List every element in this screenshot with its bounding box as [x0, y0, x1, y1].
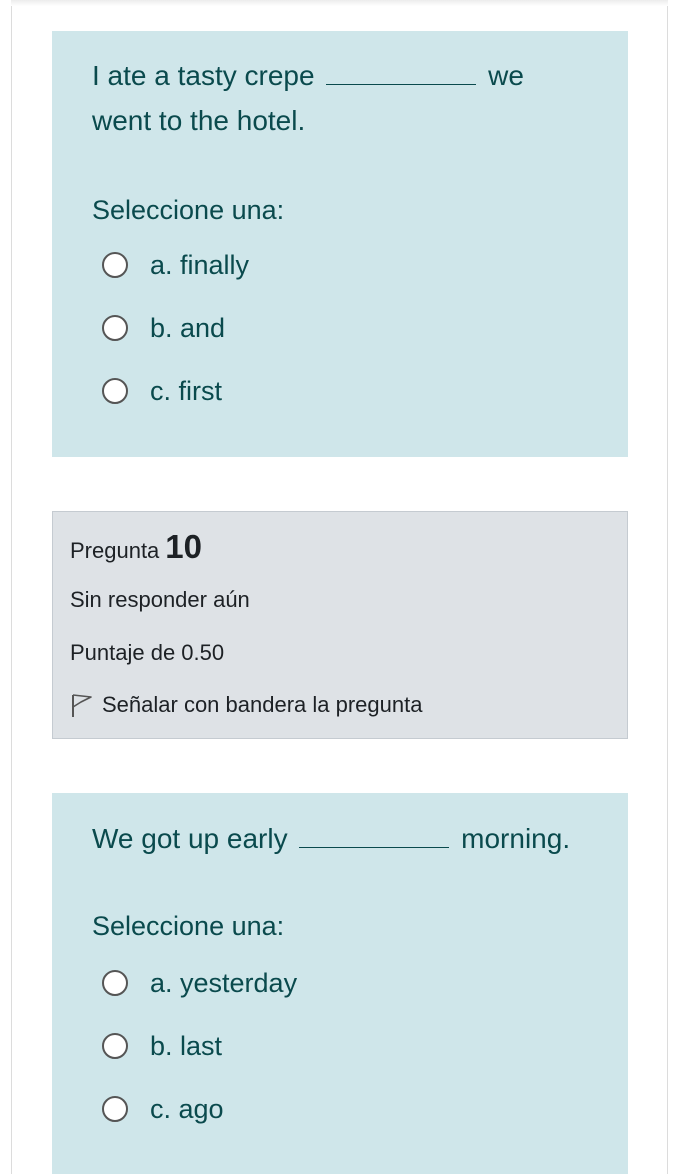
- question-10-info: Pregunta 10 Sin responder aún Puntaje de …: [52, 511, 628, 739]
- option-label: c. ago: [150, 1093, 224, 1124]
- question-10-text: We got up early morning.: [92, 816, 570, 861]
- question-9-text-line2: went to the hotel.: [92, 105, 306, 136]
- question-9-text-after: we: [488, 60, 524, 91]
- option-label: b. last: [150, 1030, 223, 1061]
- option-last[interactable]: b. last: [102, 1026, 222, 1066]
- radio-button[interactable]: [102, 252, 128, 278]
- option-label: a. finally: [150, 249, 250, 280]
- radio-button[interactable]: [102, 970, 128, 996]
- question-number: Pregunta 10: [70, 528, 202, 566]
- question-9-text: I ate a tasty crepe we went to the hotel…: [92, 53, 524, 143]
- radio-button[interactable]: [102, 1033, 128, 1059]
- top-shadow: [11, 0, 668, 6]
- flag-label: Señalar con bandera la pregunta: [102, 692, 423, 717]
- option-and[interactable]: b. and: [102, 308, 225, 348]
- question-10-prompt: Seleccione una:: [92, 911, 285, 941]
- question-status: Sin responder aún: [70, 587, 250, 612]
- question-9-prompt: Seleccione una:: [92, 195, 285, 225]
- option-finally[interactable]: a. finally: [102, 245, 249, 285]
- question-10-text-after: morning.: [461, 823, 571, 854]
- option-yesterday[interactable]: a. yesterday: [102, 963, 297, 1003]
- question-9-box: I ate a tasty crepe we went to the hotel…: [52, 31, 628, 457]
- option-label: c. first: [150, 375, 222, 406]
- radio-button[interactable]: [102, 1096, 128, 1122]
- flag-question-link[interactable]: Señalar con bandera la pregunta: [70, 692, 422, 718]
- option-label: b. and: [150, 312, 226, 343]
- option-ago[interactable]: c. ago: [102, 1089, 224, 1129]
- question-10-box: We got up early morning. Seleccione una:…: [52, 793, 628, 1174]
- pregunta-label: Pregunta: [70, 538, 160, 563]
- option-first[interactable]: c. first: [102, 371, 222, 411]
- flag-outline-icon: [72, 694, 92, 717]
- option-label: a. yesterday: [150, 967, 298, 998]
- question-number-value: 10: [165, 528, 203, 565]
- question-score: Puntaje de 0.50: [70, 640, 225, 665]
- answer-blank: [326, 60, 477, 85]
- question-9-text-before: I ate a tasty crepe: [92, 60, 315, 91]
- answer-blank: [299, 823, 450, 848]
- question-10-text-before: We got up early: [92, 823, 288, 854]
- radio-button[interactable]: [102, 378, 128, 404]
- radio-button[interactable]: [102, 315, 128, 341]
